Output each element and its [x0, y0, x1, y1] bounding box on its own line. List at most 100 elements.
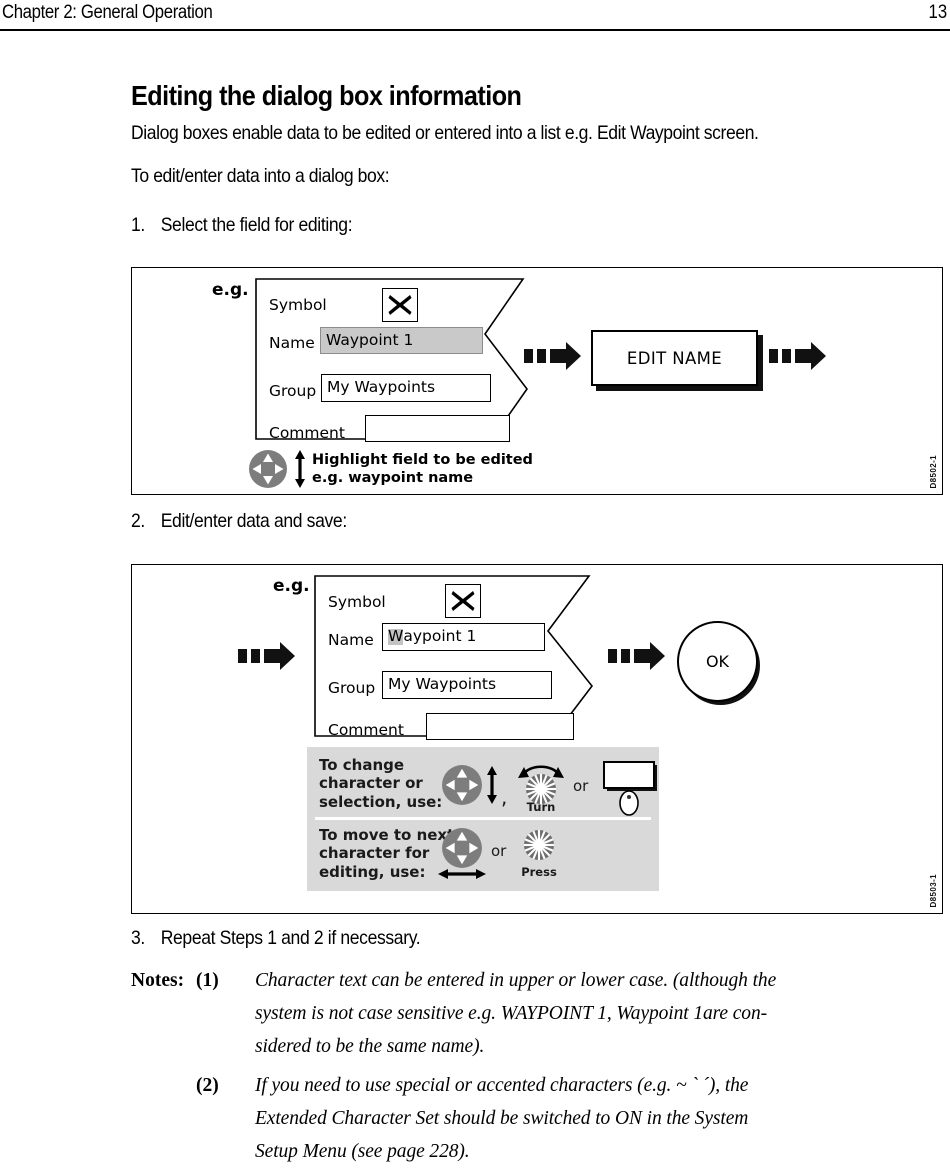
figure-1-arrow-icon-1: [524, 341, 582, 376]
figure-2-arrow-icon-2: [608, 641, 666, 676]
rotary-dial-press-glyph: [524, 830, 554, 860]
dpad-icon: [441, 764, 483, 811]
x-mark-icon: [445, 584, 481, 618]
figure-2-row-label-group: Group: [328, 679, 376, 697]
block-arrow-glyph: [769, 342, 826, 370]
figure-1-id: D8502-1: [929, 454, 938, 489]
figure-2-dialog: Symbol Name Waypoint 1 Group My Waypoint…: [314, 575, 596, 740]
dpad-glyph: [249, 450, 287, 488]
figure-2-comment-field[interactable]: [426, 713, 574, 740]
figure-2-name-field[interactable]: Waypoint 1: [382, 623, 545, 651]
instruction-divider: [315, 817, 651, 820]
instruction-row-1-or: or: [573, 777, 589, 795]
intro-paragraph-2: To edit/enter data into a dialog box:: [131, 165, 390, 187]
figure-1-name-value: Waypoint 1: [326, 330, 414, 349]
figure-1-row-label-symbol: Symbol: [269, 296, 327, 314]
step-1-text: Select the field for editing:: [160, 214, 353, 236]
pointer-puck-icon: [617, 789, 641, 822]
note-1-line-1: Character text can be entered in upper o…: [255, 970, 777, 991]
vertical-double-arrow-glyph: [487, 766, 497, 804]
figure-2-row-label-comment: Comment: [328, 721, 404, 739]
figure-1-comment-field[interactable]: [365, 415, 510, 442]
horizontal-double-arrow-icon: [437, 867, 487, 886]
figure-2-group-value: My Waypoints: [388, 675, 497, 694]
figure-1-row-label-comment: Comment: [269, 424, 345, 442]
step-3: 3. Repeat Steps 1 and 2 if necessary.: [131, 927, 421, 950]
instruction-row-1-line-1: To change: [319, 756, 405, 774]
step-3-text: Repeat Steps 1 and 2 if necessary.: [160, 927, 421, 949]
figure-1-hint: Highlight field to be edited e.g. waypoi…: [312, 451, 533, 487]
instruction-row-1-line-2: character or: [319, 774, 423, 793]
instruction-row-2-or: or: [491, 842, 507, 860]
vertical-double-arrow-icon: [485, 764, 499, 811]
figure-1-hint-line-2: e.g. waypoint name: [312, 470, 474, 487]
dpad-icon: [248, 449, 288, 494]
intro-paragraph-1: Dialog boxes enable data to be edited or…: [131, 122, 759, 144]
note-1-marker: (1): [196, 970, 219, 991]
instruction-row-2-line-1: To move to next: [319, 826, 455, 844]
step-2-number: 2.: [131, 510, 145, 532]
note-2-line-2: Extended Character Set should be switche…: [255, 1108, 749, 1129]
step-2-text: Edit/enter data and save:: [160, 510, 348, 532]
page-header: Chapter 2: General Operation 13: [0, 0, 950, 31]
rotary-dial-press-icon: [519, 825, 559, 870]
figure-1-name-field[interactable]: Waypoint 1: [320, 327, 483, 354]
figure-2-name-rest: aypoint 1: [403, 627, 477, 646]
figure-2-name-cursor-char: W: [388, 627, 404, 646]
trackpad-icon: [603, 761, 655, 789]
x-mark-glyph: [388, 295, 412, 315]
instruction-row-1-label: To change character or selection, use:: [319, 756, 442, 811]
note-2-line-1: If you need to use special or accented c…: [255, 1075, 749, 1096]
step-3-number: 3.: [131, 927, 145, 949]
vertical-double-arrow-icon: [293, 449, 307, 494]
step-1: 1. Select the field for editing:: [131, 214, 353, 237]
page-number: 13: [928, 2, 947, 23]
figure-1-eg-label: e.g.: [212, 280, 249, 300]
pointer-puck-glyph: [619, 790, 639, 816]
chapter-title: Chapter 2: General Operation: [2, 2, 213, 23]
note-2-line-3: Setup Menu (see page 228).: [255, 1141, 470, 1162]
figure-1-hint-line-1: Highlight field to be edited: [312, 452, 533, 468]
ok-button[interactable]: OK: [677, 621, 758, 702]
dpad-glyph: [442, 828, 482, 868]
instruction-separator-comma: ,: [501, 785, 508, 809]
instruction-row-1-line-3: selection, use:: [319, 792, 443, 811]
step-2: 2. Edit/enter data and save:: [131, 510, 347, 533]
figure-1-group-value: My Waypoints: [327, 378, 436, 397]
dpad-glyph: [442, 765, 482, 805]
block-arrow-glyph: [524, 342, 581, 370]
x-mark-icon: [382, 288, 418, 322]
block-arrow-glyph: [608, 642, 665, 670]
instruction-panel: To change character or selection, use: ,: [307, 747, 659, 891]
figure-2-group-field[interactable]: My Waypoints: [382, 671, 552, 699]
note-1-line-2: system is not case sensitive e.g. WAYPOI…: [255, 1003, 767, 1024]
rotary-dial-press-caption: Press: [521, 865, 557, 879]
vertical-double-arrow-glyph: [295, 450, 305, 488]
notes-label: Notes:: [131, 970, 185, 991]
figure-1: e.g. Symbol Name Waypoint 1 Group My Way…: [131, 267, 943, 495]
figure-1-dialog: Symbol Name Waypoint 1 Group My Waypoint…: [255, 278, 530, 442]
figure-2-row-label-symbol: Symbol: [328, 593, 386, 611]
note-2-marker: (2): [196, 1075, 219, 1096]
figure-2-arrow-icon-1: [238, 641, 296, 676]
figure-2-eg-label: e.g.: [273, 576, 310, 596]
figure-1-row-label-group: Group: [269, 382, 317, 400]
figure-1-row-label-name: Name: [269, 334, 315, 352]
edit-name-button[interactable]: EDIT NAME: [591, 330, 758, 386]
x-mark-glyph: [451, 591, 475, 611]
instruction-row-2-line-2: character for: [319, 844, 430, 863]
instruction-row-2-label: To move to next character for editing, u…: [319, 826, 454, 881]
figure-2-id: D8503-1: [929, 873, 938, 908]
block-arrow-glyph: [238, 642, 295, 670]
horizontal-double-arrow-glyph: [438, 869, 486, 879]
header-rule: [0, 29, 950, 31]
page-title: Editing the dialog box information: [131, 80, 522, 111]
figure-1-arrow-icon-2: [769, 341, 827, 376]
figure-2: e.g. Symbol Name Waypoint 1 Group My Way…: [131, 564, 943, 914]
figure-1-group-field[interactable]: My Waypoints: [321, 374, 491, 402]
note-1-line-3: sidered to be the same name).: [255, 1036, 485, 1057]
instruction-row-2-line-3: editing, use:: [319, 862, 426, 881]
edit-name-button-label: EDIT NAME: [626, 348, 723, 368]
ok-button-label: OK: [705, 652, 730, 671]
rotary-dial-turn-caption: Turn: [526, 800, 556, 814]
